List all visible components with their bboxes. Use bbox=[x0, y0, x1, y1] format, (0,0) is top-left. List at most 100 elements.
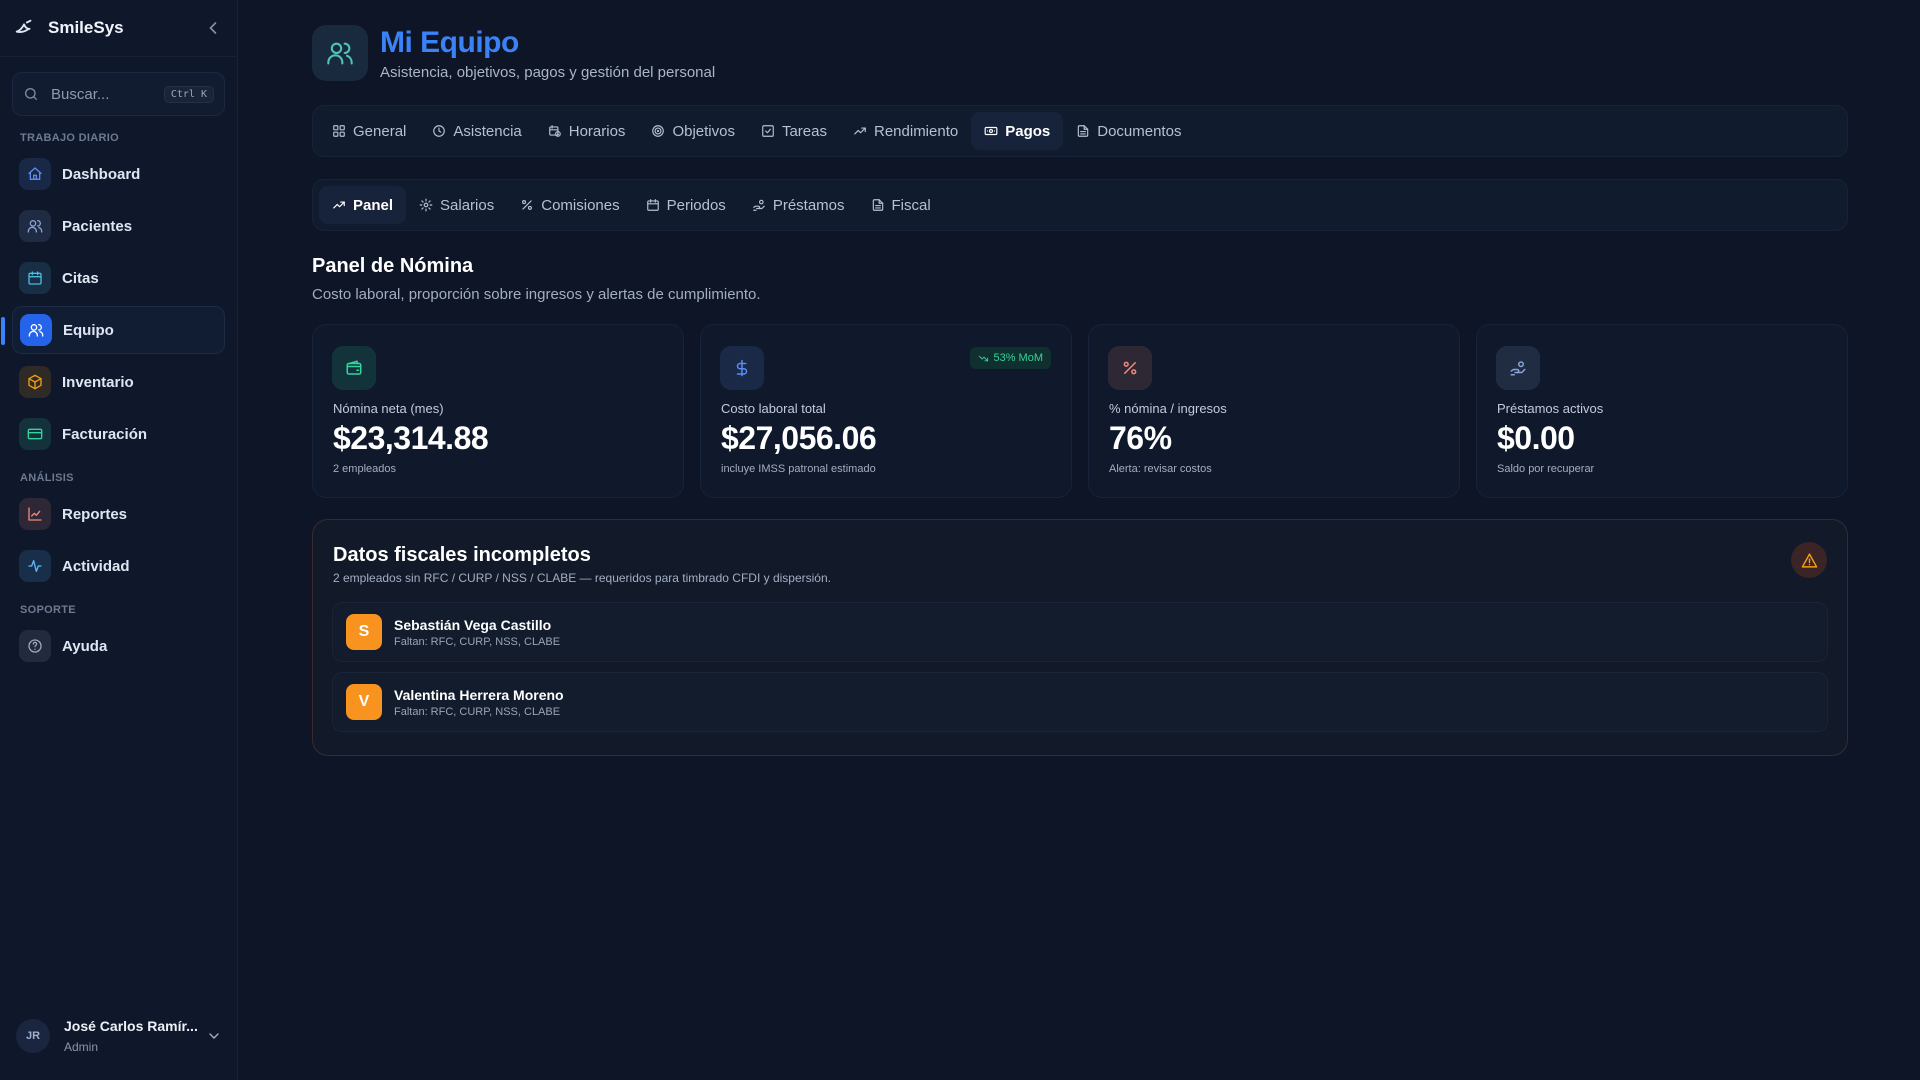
tab-panel[interactable]: Panel bbox=[319, 186, 407, 224]
tab-fiscal[interactable]: Fiscal bbox=[858, 186, 944, 224]
stat-label: Nómina neta (mes) bbox=[333, 401, 444, 416]
tab-asistencia[interactable]: Asistencia bbox=[419, 112, 534, 150]
tab-tareas[interactable]: Tareas bbox=[748, 112, 840, 150]
tab-objetivos[interactable]: Objetivos bbox=[638, 112, 748, 150]
tab-label: Objetivos bbox=[672, 122, 735, 140]
stat-card: Nómina neta (mes) $23,314.88 2 empleados bbox=[312, 324, 684, 498]
sidebar-item-label: Actividad bbox=[62, 557, 130, 575]
stat-subtext: Alerta: revisar costos bbox=[1109, 463, 1212, 475]
gear-icon bbox=[419, 198, 440, 212]
avatar: JR bbox=[16, 1019, 50, 1053]
stat-subtext: incluye IMSS patronal estimado bbox=[721, 463, 876, 475]
clock-icon bbox=[432, 124, 453, 138]
tab-horarios[interactable]: Horarios bbox=[535, 112, 639, 150]
tab-label: General bbox=[353, 122, 407, 140]
stat-label: % nómina / ingresos bbox=[1109, 401, 1227, 416]
hand-coins-icon bbox=[752, 198, 773, 212]
panel-title: Panel de Nómina bbox=[312, 255, 474, 277]
box-icon bbox=[19, 366, 51, 398]
stat-subtext: 2 empleados bbox=[333, 463, 396, 475]
home-icon bbox=[19, 158, 51, 190]
stat-card: Costo laboral total $27,056.06 incluye IMS… bbox=[700, 324, 1072, 498]
sidebar-item-label: Citas bbox=[62, 269, 99, 287]
tab-pagos[interactable]: Pagos bbox=[971, 112, 1064, 150]
employee-row[interactable]: S Sebastián Vega Castillo Faltan: RFC, C… bbox=[332, 602, 1828, 662]
target-icon bbox=[651, 124, 672, 138]
trend-badge: 53% MoM bbox=[970, 347, 1051, 369]
employee-avatar: S bbox=[346, 614, 382, 650]
calendar-icon bbox=[19, 262, 51, 294]
sidebar-item-label: Inventario bbox=[62, 373, 134, 391]
team-icon bbox=[312, 25, 368, 81]
tab-label: Asistencia bbox=[453, 122, 522, 140]
stat-label: Costo laboral total bbox=[721, 401, 826, 416]
stat-card: Préstamos activos $0.00 Saldo por recupera… bbox=[1476, 324, 1848, 498]
alert-description: 2 empleados sin RFC / CURP / NSS / CLABE… bbox=[333, 571, 831, 585]
employee-name: Sebastián Vega Castillo bbox=[394, 616, 552, 633]
search-box[interactable]: Ctrl K bbox=[12, 72, 225, 116]
stat-value: 76% bbox=[1109, 420, 1172, 456]
sidebar-item-equipo[interactable]: Equipo bbox=[1, 306, 225, 354]
tab-rendimiento[interactable]: Rendimiento bbox=[840, 112, 971, 150]
tab-periodos[interactable]: Periodos bbox=[633, 186, 739, 224]
sidebar-item-actividad[interactable]: Actividad bbox=[12, 542, 225, 590]
sidebar-item-facturacion[interactable]: Facturación bbox=[12, 410, 225, 458]
stat-subtext: Saldo por recuperar bbox=[1497, 463, 1595, 475]
percent-icon bbox=[520, 198, 541, 212]
tab-documentos[interactable]: Documentos bbox=[1063, 112, 1194, 150]
sidebar-item-label: Equipo bbox=[63, 321, 114, 339]
tab-comisiones[interactable]: Comisiones bbox=[507, 186, 632, 224]
users-icon bbox=[19, 210, 51, 242]
stat-label: Préstamos activos bbox=[1497, 401, 1604, 416]
trend-badge-label: 53% MoM bbox=[993, 352, 1043, 364]
warning-icon bbox=[1791, 542, 1827, 578]
tab-salarios[interactable]: Salarios bbox=[406, 186, 507, 224]
tab-label: Periodos bbox=[666, 196, 726, 214]
checkbox-icon bbox=[761, 124, 782, 138]
divider bbox=[0, 56, 237, 57]
tab-label: Panel bbox=[353, 196, 394, 214]
sidebar: SmileSys Ctrl K TRABAJO DIARIO Dashboard… bbox=[0, 0, 238, 1080]
team-icon bbox=[20, 314, 52, 346]
section-label-trabajo: TRABAJO DIARIO bbox=[20, 132, 119, 144]
tab-general[interactable]: General bbox=[319, 112, 419, 150]
chevron-left-icon[interactable] bbox=[203, 18, 223, 38]
tab-label: Rendimiento bbox=[874, 122, 959, 140]
employee-missing-fields: Faltan: RFC, CURP, NSS, CLABE bbox=[394, 635, 561, 648]
tab-label: Comisiones bbox=[541, 196, 620, 214]
brand-name: SmileSys bbox=[48, 18, 124, 37]
fiscal-alert-card: Datos fiscales incompletos 2 empleados s… bbox=[312, 519, 1848, 756]
chart-icon bbox=[19, 498, 51, 530]
user-role: Admin bbox=[64, 1040, 99, 1054]
sidebar-item-pacientes[interactable]: Pacientes bbox=[12, 202, 225, 250]
panel-description: Costo laboral, proporción sobre ingresos… bbox=[312, 286, 761, 303]
user-menu[interactable]: JR José Carlos Ramír... Admin bbox=[0, 992, 238, 1080]
employee-missing-fields: Faltan: RFC, CURP, NSS, CLABE bbox=[394, 705, 561, 718]
sidebar-item-label: Dashboard bbox=[62, 165, 141, 183]
search-input[interactable] bbox=[51, 85, 147, 103]
section-label-analisis: ANÁLISIS bbox=[20, 472, 74, 484]
search-icon bbox=[23, 86, 39, 102]
trend-up-icon bbox=[332, 198, 353, 212]
employee-avatar: V bbox=[346, 684, 382, 720]
secondary-tabs: Panel Salarios Comisiones Periodos Préstamos… bbox=[312, 179, 1848, 231]
calendar-icon bbox=[646, 198, 667, 212]
stat-card: % nómina / ingresos 76% Alerta: revisar co… bbox=[1088, 324, 1460, 498]
keyboard-shortcut: Ctrl K bbox=[163, 85, 214, 103]
sidebar-item-label: Facturación bbox=[62, 425, 148, 443]
sidebar-item-inventario[interactable]: Inventario bbox=[12, 358, 225, 406]
tab-label: Préstamos bbox=[772, 196, 845, 214]
help-icon bbox=[19, 630, 51, 662]
sidebar-item-ayuda[interactable]: Ayuda bbox=[12, 622, 225, 670]
stat-value: $27,056.06 bbox=[721, 420, 877, 456]
employee-row[interactable]: V Valentina Herrera Moreno Faltan: RFC, … bbox=[332, 672, 1828, 732]
chevron-down-icon[interactable] bbox=[206, 1028, 222, 1044]
sidebar-item-dashboard[interactable]: Dashboard bbox=[12, 150, 225, 198]
trend-down-icon bbox=[978, 353, 993, 364]
sidebar-item-reportes[interactable]: Reportes bbox=[12, 490, 225, 538]
sidebar-item-citas[interactable]: Citas bbox=[12, 254, 225, 302]
document-icon bbox=[871, 198, 892, 212]
alert-title: Datos fiscales incompletos bbox=[333, 544, 591, 566]
sidebar-item-label: Pacientes bbox=[62, 217, 133, 235]
tab-prestamos[interactable]: Préstamos bbox=[739, 186, 858, 224]
